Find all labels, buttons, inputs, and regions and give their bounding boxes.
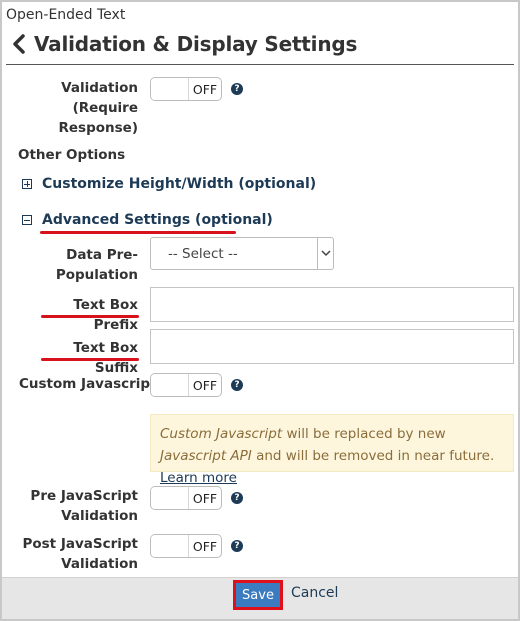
data-prepopulation-select[interactable]: -- Select --: [150, 237, 334, 270]
select-value: -- Select --: [168, 245, 238, 262]
learn-more-link[interactable]: Learn more: [160, 470, 237, 486]
page-title-bar: Validation & Display Settings: [12, 29, 357, 59]
post-js-validation-label: Post JavaScript Validation: [22, 536, 138, 572]
advanced-settings-expander[interactable]: Advanced Settings (optional): [22, 212, 273, 228]
post-js-validation-toggle[interactable]: OFF: [150, 534, 222, 558]
question-type-label: Open-Ended Text: [6, 7, 126, 23]
save-button-highlight: Save: [233, 580, 283, 610]
customize-size-expander[interactable]: Customize Height/Width (optional): [22, 176, 316, 192]
notice-text: Custom Javascript: [160, 426, 283, 442]
toggle-knob: [151, 535, 189, 557]
text-box-suffix-input[interactable]: [150, 329, 514, 364]
custom-javascript-label: Custom Javascript: [19, 376, 157, 392]
cancel-link[interactable]: Cancel: [291, 585, 338, 601]
toggle-knob: [151, 78, 189, 100]
highlight-underline: [41, 358, 139, 361]
highlight-underline: [41, 315, 139, 318]
notice-text: Javascript API: [160, 448, 252, 464]
plus-square-icon: [22, 179, 32, 189]
help-icon[interactable]: ?: [231, 83, 243, 95]
toggle-state: OFF: [192, 538, 218, 554]
toggle-state: OFF: [192, 377, 218, 393]
save-button[interactable]: Save: [236, 583, 280, 607]
pre-js-validation-label: Pre JavaScript Validation: [30, 488, 138, 524]
highlight-underline: [40, 231, 236, 234]
pre-js-validation-toggle[interactable]: OFF: [150, 486, 222, 510]
page-title: Validation & Display Settings: [34, 32, 358, 56]
toggle-state: OFF: [192, 81, 218, 97]
text-box-prefix-input[interactable]: [150, 287, 514, 322]
customize-size-label: Customize Height/Width (optional): [42, 176, 317, 192]
chevron-down-icon: [317, 238, 333, 269]
notice-text: will be replaced by new: [282, 426, 446, 442]
title-divider: [6, 64, 514, 65]
data-prepopulation-label: Data Pre-Population: [55, 247, 138, 283]
validation-label: Validation (Require Response): [58, 80, 139, 136]
other-options-heading: Other Options: [18, 147, 126, 163]
help-icon[interactable]: ?: [231, 492, 243, 504]
help-icon[interactable]: ?: [231, 540, 243, 552]
custom-javascript-toggle[interactable]: OFF: [150, 373, 222, 397]
back-chevron-icon[interactable]: [12, 31, 34, 57]
help-icon[interactable]: ?: [231, 379, 243, 391]
deprecation-notice: Custom Javascript will be replaced by ne…: [150, 414, 514, 486]
toggle-knob: [151, 487, 189, 509]
advanced-settings-label: Advanced Settings (optional): [42, 212, 273, 228]
toggle-state: OFF: [192, 490, 218, 506]
notice-text: and will be removed in near future.: [251, 448, 495, 464]
toggle-knob: [151, 374, 189, 396]
minus-square-icon: [22, 215, 32, 225]
validation-toggle[interactable]: OFF: [150, 77, 222, 101]
